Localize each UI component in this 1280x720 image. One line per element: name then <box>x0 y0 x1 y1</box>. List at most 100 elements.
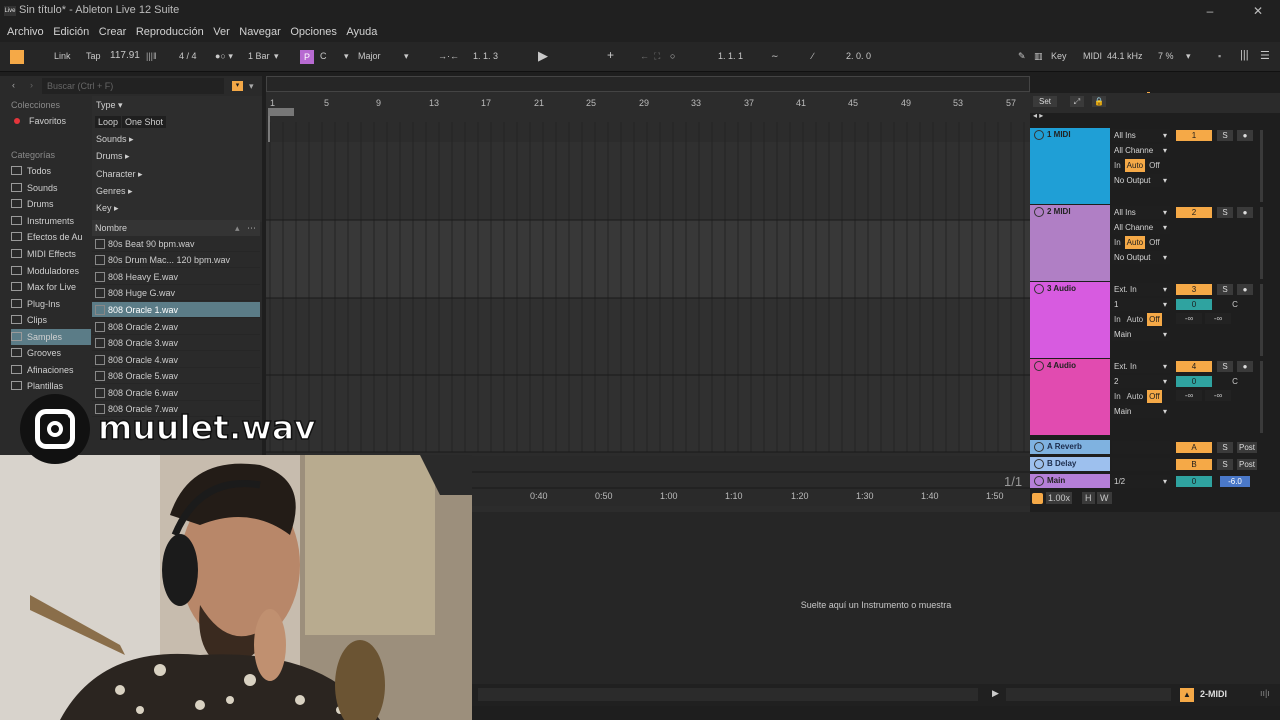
capture-icon[interactable]: ⛶ <box>654 51 660 62</box>
track-row[interactable]: 1 MIDI All Ins ▾ All Channe ▾ In Auto Off No… <box>1030 128 1270 204</box>
track-activator-button[interactable]: 1 <box>1176 130 1212 141</box>
monitor-auto-button[interactable]: Auto <box>1124 159 1146 172</box>
expand-icon[interactable]: ⤢ <box>1070 96 1084 107</box>
monitor-off-button[interactable]: Off <box>1147 159 1162 172</box>
input-type-dropdown[interactable]: Ext. In ▾ <box>1112 283 1170 296</box>
nav-arrows-icon[interactable]: ◂ ▸ <box>1033 111 1043 120</box>
bar-number[interactable]: 25 <box>586 98 596 108</box>
menu-lines-icon[interactable]: ||| <box>1240 49 1249 61</box>
song-position-field[interactable]: 1. 1. 3 <box>473 51 498 61</box>
track-play-icon[interactable] <box>1034 459 1044 469</box>
return-name[interactable]: A Reverb <box>1031 441 1109 453</box>
track-activator-button[interactable]: 4 <box>1176 361 1212 372</box>
w-button[interactable]: W <box>1097 492 1112 504</box>
sidebar-item-sounds[interactable]: Sounds <box>11 180 91 196</box>
filter-sounds[interactable]: Sounds ▸ <box>96 134 134 145</box>
solo-button[interactable]: S <box>1217 361 1233 372</box>
menu-opciones[interactable]: Opciones <box>290 22 336 42</box>
keyboard-icon[interactable]: ▥ <box>1034 51 1043 62</box>
filter-drums[interactable]: Drums ▸ <box>96 151 130 162</box>
key-map-button[interactable]: Key <box>1051 51 1067 61</box>
bar-number[interactable]: 57 <box>1006 98 1016 108</box>
monitor-switch[interactable]: In Auto Off <box>1112 236 1170 249</box>
track-activator-button[interactable]: 2 <box>1176 207 1212 218</box>
play-button[interactable]: ▶ <box>538 48 548 64</box>
file-item-selected[interactable]: 808 Oracle 1.wav <box>92 302 260 318</box>
input-channel-dropdown[interactable]: All Channe ▾ <box>1112 221 1170 234</box>
filter-loop[interactable]: Loop <box>95 116 122 128</box>
track-play-icon[interactable] <box>1034 130 1044 140</box>
filter-genres[interactable]: Genres ▸ <box>96 186 133 197</box>
loop-brace-icon[interactable] <box>268 108 294 116</box>
track-play-icon[interactable] <box>1034 207 1044 217</box>
bar-number[interactable]: 9 <box>376 98 381 108</box>
send-b-field[interactable]: -∞ <box>1205 313 1231 324</box>
more-options-icon[interactable]: ⋯ <box>247 223 256 234</box>
bar-number[interactable]: 21 <box>534 98 544 108</box>
hamburger-icon[interactable]: ☰ <box>1260 49 1270 62</box>
pan-field[interactable]: C <box>1217 376 1253 387</box>
solo-button[interactable]: S <box>1217 459 1233 470</box>
nudge-icon[interactable]: |||‖ <box>146 51 157 61</box>
input-channel-dropdown[interactable]: 2 ▾ <box>1112 375 1170 388</box>
menu-ver[interactable]: Ver <box>213 22 230 42</box>
sidebar-item-samples[interactable]: Samples <box>11 329 91 345</box>
post-button[interactable]: Post <box>1237 459 1257 470</box>
track-play-icon[interactable] <box>1034 476 1044 486</box>
track-name[interactable]: 4 Audio <box>1031 360 1109 372</box>
main-track-row[interactable]: Main 1/2 ▾ 0 -6.0 <box>1030 474 1270 489</box>
close-button[interactable]: ✕ <box>1238 2 1278 20</box>
return-io-field[interactable] <box>1112 441 1170 454</box>
return-activator-button[interactable]: A <box>1176 442 1212 453</box>
solo-button[interactable]: S <box>1217 284 1233 295</box>
monitor-switch[interactable]: In Auto Off <box>1112 159 1170 172</box>
send-b-field[interactable]: -∞ <box>1205 390 1231 401</box>
solo-button[interactable]: S <box>1217 442 1233 453</box>
link-button[interactable]: Link <box>54 51 71 61</box>
sidebar-item-efectos[interactable]: Efectos de Au <box>11 229 91 245</box>
back-arrow-icon[interactable]: ‹ <box>12 80 15 90</box>
file-item[interactable]: 808 Oracle 2.wav <box>92 319 260 335</box>
main-db-field[interactable]: -6.0 <box>1220 476 1250 487</box>
return-name[interactable]: B Delay <box>1031 458 1109 470</box>
reenable-automation-icon[interactable]: ← <box>640 51 649 61</box>
file-item[interactable]: 808 Oracle 4.wav <box>92 352 260 368</box>
sidebar-item-todos[interactable]: Todos <box>11 163 91 179</box>
set-button[interactable]: Set <box>1033 96 1057 107</box>
input-type-dropdown[interactable]: All Ins ▾ <box>1112 206 1170 219</box>
track-play-icon[interactable] <box>1034 442 1044 452</box>
cue-out-dropdown[interactable]: 1/2 ▾ <box>1112 475 1170 488</box>
track-name[interactable]: 3 Audio <box>1031 283 1109 295</box>
sidebar-item-midi-effects[interactable]: MIDI Effects <box>11 246 91 262</box>
filter-type[interactable]: Type ▾ <box>96 100 123 111</box>
h-button[interactable]: H <box>1082 492 1095 504</box>
bar-number[interactable]: 41 <box>796 98 806 108</box>
send-a-field[interactable]: -∞ <box>1176 390 1202 401</box>
file-item[interactable]: 808 Oracle 3.wav <box>92 335 260 351</box>
track-name[interactable]: 2 MIDI <box>1031 206 1109 218</box>
menu-edicion[interactable]: Edición <box>53 22 89 42</box>
monitor-off-button[interactable]: Off <box>1147 236 1162 249</box>
filter-character[interactable]: Character ▸ <box>96 169 143 180</box>
zoom-field[interactable]: 1.00x <box>1046 492 1073 504</box>
bar-number[interactable]: 33 <box>691 98 701 108</box>
arm-button[interactable]: ● <box>1237 207 1253 218</box>
bar-number[interactable]: 45 <box>848 98 858 108</box>
metronome-icon[interactable]: ●○ ▾ <box>215 51 233 62</box>
quantize-dropdown[interactable]: 1 Bar <box>248 51 270 61</box>
return-track-row[interactable]: A Reverb A S Post <box>1030 440 1270 455</box>
monitor-in-button[interactable]: In <box>1112 313 1123 326</box>
main-name[interactable]: Main <box>1031 475 1109 487</box>
file-item[interactable]: 808 Oracle 5.wav <box>92 368 260 384</box>
track-row[interactable]: 3 Audio Ext. In ▾ 1 ▾ In Auto Off Main ▾ 3 S … <box>1030 282 1270 358</box>
monitor-off-button[interactable]: Off <box>1147 390 1162 403</box>
detail-toggle-icon[interactable]: ▲ <box>1180 688 1194 702</box>
bar-number[interactable]: 5 <box>324 98 329 108</box>
detail-view[interactable]: Suelte aquí un Instrumento o muestra <box>472 512 1280 684</box>
input-channel-dropdown[interactable]: 1 ▾ <box>1112 298 1170 311</box>
cpu-arrow-icon[interactable]: ▾ <box>1186 51 1191 62</box>
time-signature-field[interactable]: 4 / 4 <box>179 51 197 61</box>
maximize-button[interactable] <box>1200 2 1240 20</box>
midi-map-button[interactable]: MIDI <box>1083 51 1102 61</box>
pan-field[interactable]: C <box>1217 299 1253 310</box>
